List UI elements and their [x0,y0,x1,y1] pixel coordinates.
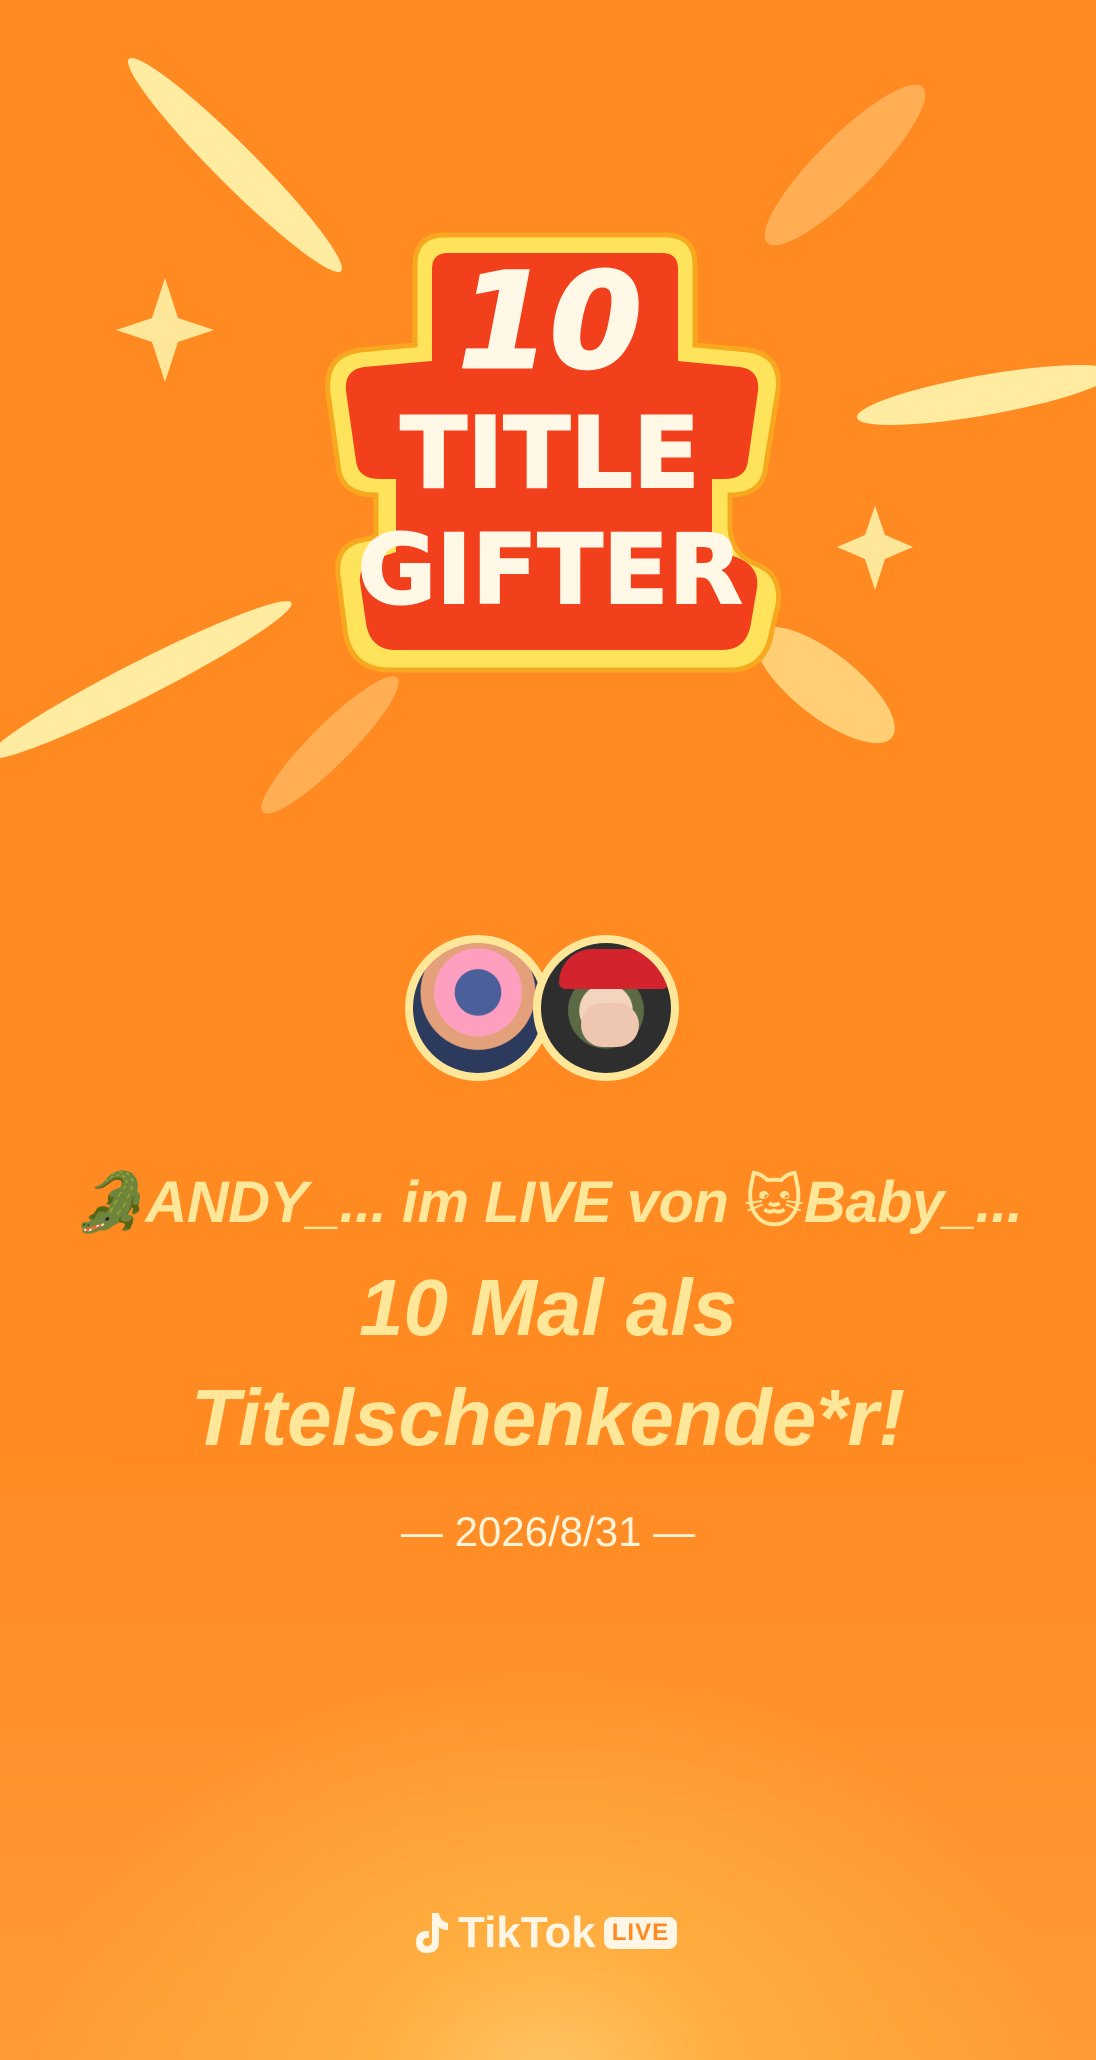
tiktok-note-icon [416,1913,448,1953]
gift-context-line: 🐊ANDY_... im LIVE von 🐱Baby_... [0,1168,1096,1237]
gifter-username[interactable]: 🐊ANDY_... [74,1170,387,1235]
badge-title-line2: GIFTER [357,514,742,626]
tiktok-live-logo: TikTok LIVE [410,1905,678,1961]
host-username[interactable]: 🐱Baby_... [744,1170,1023,1235]
sparkle-left-icon [116,278,214,382]
headline-line-3: Titelschenkende*r! [190,1373,906,1462]
sparkle-right-icon [837,506,913,590]
title-gifter-badge: 10 TITLE GIFTER [325,232,782,673]
tiktok-brand-text: TikTok [458,1908,596,1957]
ray-left [0,601,292,759]
badge-title-line1: TITLE [400,397,700,511]
award-date: — 2026/8/31 — [400,1508,696,1555]
host-avatar[interactable] [533,935,679,1081]
ray-right [856,365,1096,425]
headline-line-2: 10 Mal als [358,1263,737,1352]
tiktok-live-footer: TikTok LIVE [0,1905,1096,1961]
gifter-avatar[interactable] [405,935,551,1081]
badge-number: 10 [458,245,642,399]
avatar-pair [405,935,695,1095]
live-badge: LIVE [603,1917,678,1949]
context-text: im LIVE von [386,1170,744,1235]
